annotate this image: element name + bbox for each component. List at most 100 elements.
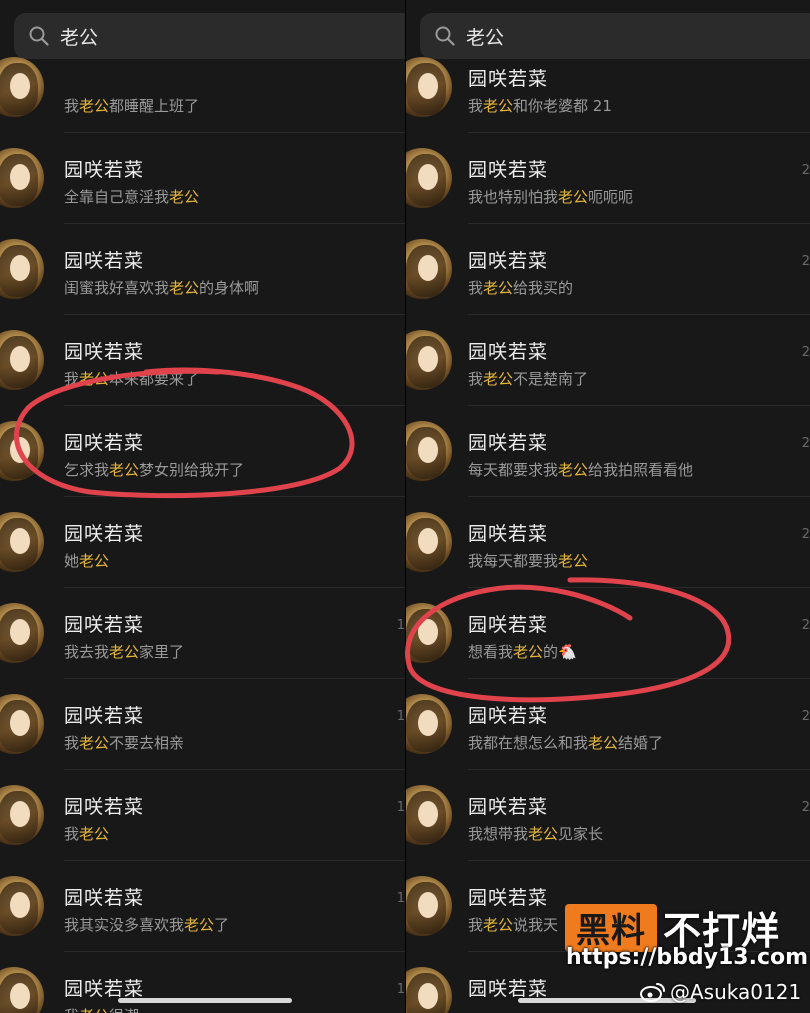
snippet-text: 我 (468, 279, 484, 297)
snippet-text: 我 (64, 734, 80, 752)
snippet-text: 很潮 (109, 1007, 139, 1013)
keyword-highlight: 老公 (79, 97, 110, 115)
message-snippet: 我每天都要我老公 (468, 550, 588, 571)
snippet-text: 我都在想怎么和我 (468, 734, 589, 752)
keyword-highlight: 老公 (79, 825, 110, 843)
search-result-item[interactable]: 园咲若菜 我老公和你老婆都 21 (406, 42, 810, 133)
search-result-item[interactable]: 园咲若菜 我都在想怎么和我老公结婚了 2 (406, 679, 810, 770)
message-snippet: 我去我老公家里了 (64, 641, 184, 662)
snippet-text: 我 (64, 97, 80, 115)
snippet-text: 的身体啊 (199, 279, 260, 297)
search-result-item[interactable]: 园咲若菜 我每天都要我老公 2 (406, 497, 810, 588)
contact-name: 园咲若菜 (64, 705, 145, 727)
message-snippet: 我老公和你老婆都 21 (468, 95, 612, 116)
search-result-item[interactable]: 园咲若菜 我老公不是楚南了 2 (406, 315, 810, 406)
avatar (0, 421, 44, 481)
keyword-highlight: 老公 (588, 734, 619, 752)
search-result-item[interactable]: 园咲若菜我去我老公家里了 1 (0, 588, 405, 679)
avatar (406, 603, 452, 663)
contact-name: 园咲若菜 (468, 978, 549, 1000)
weibo-icon (640, 981, 666, 1003)
message-snippet: 我老公说我天 (468, 914, 558, 935)
timestamp-fragment: 2 (801, 254, 810, 269)
avatar (406, 876, 452, 936)
avatar (0, 57, 44, 117)
snippet-text: 家里了 (139, 643, 185, 661)
keyword-highlight: 老公 (79, 552, 110, 570)
search-result-list: 园咲若菜 我老公和你老婆都 21 园咲若菜 我也特别怕我老公呃呃呃 2 园咲若菜 我老公给我… (406, 42, 810, 1013)
search-result-item[interactable]: 园咲若菜 我老公本来都要来了 (0, 315, 405, 406)
search-result-item[interactable]: 园咲若菜 我其实没多喜欢我老公了 1 (0, 861, 405, 952)
snippet-text: 的 (543, 643, 559, 661)
message-snippet: 我老公 (64, 823, 109, 844)
contact-name: 园咲若菜 (468, 250, 549, 272)
avatar (0, 330, 44, 390)
search-result-item[interactable]: 园咲若菜 我也特别怕我老公呃呃呃 2 (406, 133, 810, 224)
snippet-text: 给我买的 (513, 279, 574, 297)
avatar (406, 330, 452, 390)
search-result-item[interactable]: 园咲若菜 我想带我老公见家长 2 (406, 770, 810, 861)
snippet-text: 她 (64, 552, 80, 570)
snippet-text: 和你老婆都 21 (513, 97, 612, 115)
snippet-text: 我其实没多喜欢我 (64, 916, 185, 934)
snippet-text: 呃呃呃 (588, 188, 634, 206)
snippet-text: 我也特别怕我 (468, 188, 559, 206)
contact-name: 园咲若菜 (468, 705, 549, 727)
search-result-item[interactable]: 园咲若菜 她老公 (0, 497, 405, 588)
snippet-text: 我 (64, 825, 80, 843)
snippet-text: 我 (64, 1007, 79, 1013)
avatar (0, 967, 44, 1013)
avatar (0, 603, 44, 663)
snippet-text: 了 (214, 916, 230, 934)
search-result-item[interactable]: 我老公都睡醒上班了 (0, 42, 405, 133)
watermark-url: https://bbdy13.com (566, 945, 809, 970)
message-snippet: 她老公 (64, 550, 109, 571)
timestamp-fragment: 1 (396, 618, 405, 633)
timestamp-fragment: 1 (396, 982, 405, 997)
snippet-text: 我每天都要我 (468, 552, 559, 570)
contact-name: 园咲若菜 (468, 523, 549, 545)
search-result-item[interactable]: 园咲若菜 乞求我老公梦女别给我开了 (0, 406, 405, 497)
keyword-highlight: 老公 (109, 461, 140, 479)
search-result-item[interactable]: 园咲若菜 全靠自己意淫我老公 (0, 133, 405, 224)
home-indicator[interactable] (118, 998, 292, 1003)
snippet-text: 梦女别给我开了 (139, 461, 245, 479)
search-result-item[interactable]: 园咲若菜 想看我老公的🐔 2 (406, 588, 810, 679)
search-result-item[interactable]: 园咲若菜我老公很潮 1 (0, 952, 405, 1013)
contact-name: 园咲若菜 (64, 614, 145, 636)
keyword-highlight: 老公 (558, 188, 589, 206)
search-result-item[interactable]: 园咲若菜 我老公给我买的 2 (406, 224, 810, 315)
keyword-highlight: 老公 (79, 734, 110, 752)
timestamp-fragment: 2 (801, 709, 810, 724)
avatar (0, 239, 44, 299)
snippet-text: 闺蜜我好喜欢我 (64, 279, 170, 297)
snippet-text: 见家长 (558, 825, 604, 843)
avatar (406, 785, 452, 845)
contact-name: 园咲若菜 (468, 887, 549, 909)
keyword-highlight: 老公 (483, 370, 514, 388)
snippet-text: 想看我 (468, 643, 514, 661)
timestamp-fragment: 1 (396, 891, 405, 906)
message-snippet: 全靠自己意淫我老公 (64, 186, 199, 207)
search-result-item[interactable]: 园咲若菜 每天都要求我老公给我拍照看看他 2 (406, 406, 810, 497)
message-snippet: 我老公不要去相亲 (64, 732, 184, 753)
search-result-item[interactable]: 园咲若菜我老公不要去相亲 1 (0, 679, 405, 770)
message-snippet: 我也特别怕我老公呃呃呃 (468, 186, 633, 207)
contact-name: 园咲若菜 (468, 796, 549, 818)
avatar (0, 512, 44, 572)
keyword-highlight: 老公 (513, 643, 544, 661)
keyword-highlight: 老公 (483, 97, 514, 115)
timestamp-fragment: 2 (801, 345, 810, 360)
weibo-handle: @Asuka0121 (670, 980, 802, 1004)
snippet-text: 本来都要来了 (109, 370, 200, 388)
timestamp-fragment: 2 (801, 163, 810, 178)
keyword-highlight: 老公 (79, 370, 110, 388)
search-result-item[interactable]: 园咲若菜 我老公 1 (0, 770, 405, 861)
avatar (0, 785, 44, 845)
snippet-text: 说我天 (513, 916, 559, 934)
message-snippet: 我老公都睡醒上班了 (64, 95, 199, 116)
timestamp-fragment: 1 (396, 709, 405, 724)
keyword-highlight: 老公 (558, 461, 589, 479)
message-snippet: 我想带我老公见家长 (468, 823, 603, 844)
search-result-item[interactable]: 园咲若菜 闺蜜我好喜欢我老公的身体啊 (0, 224, 405, 315)
